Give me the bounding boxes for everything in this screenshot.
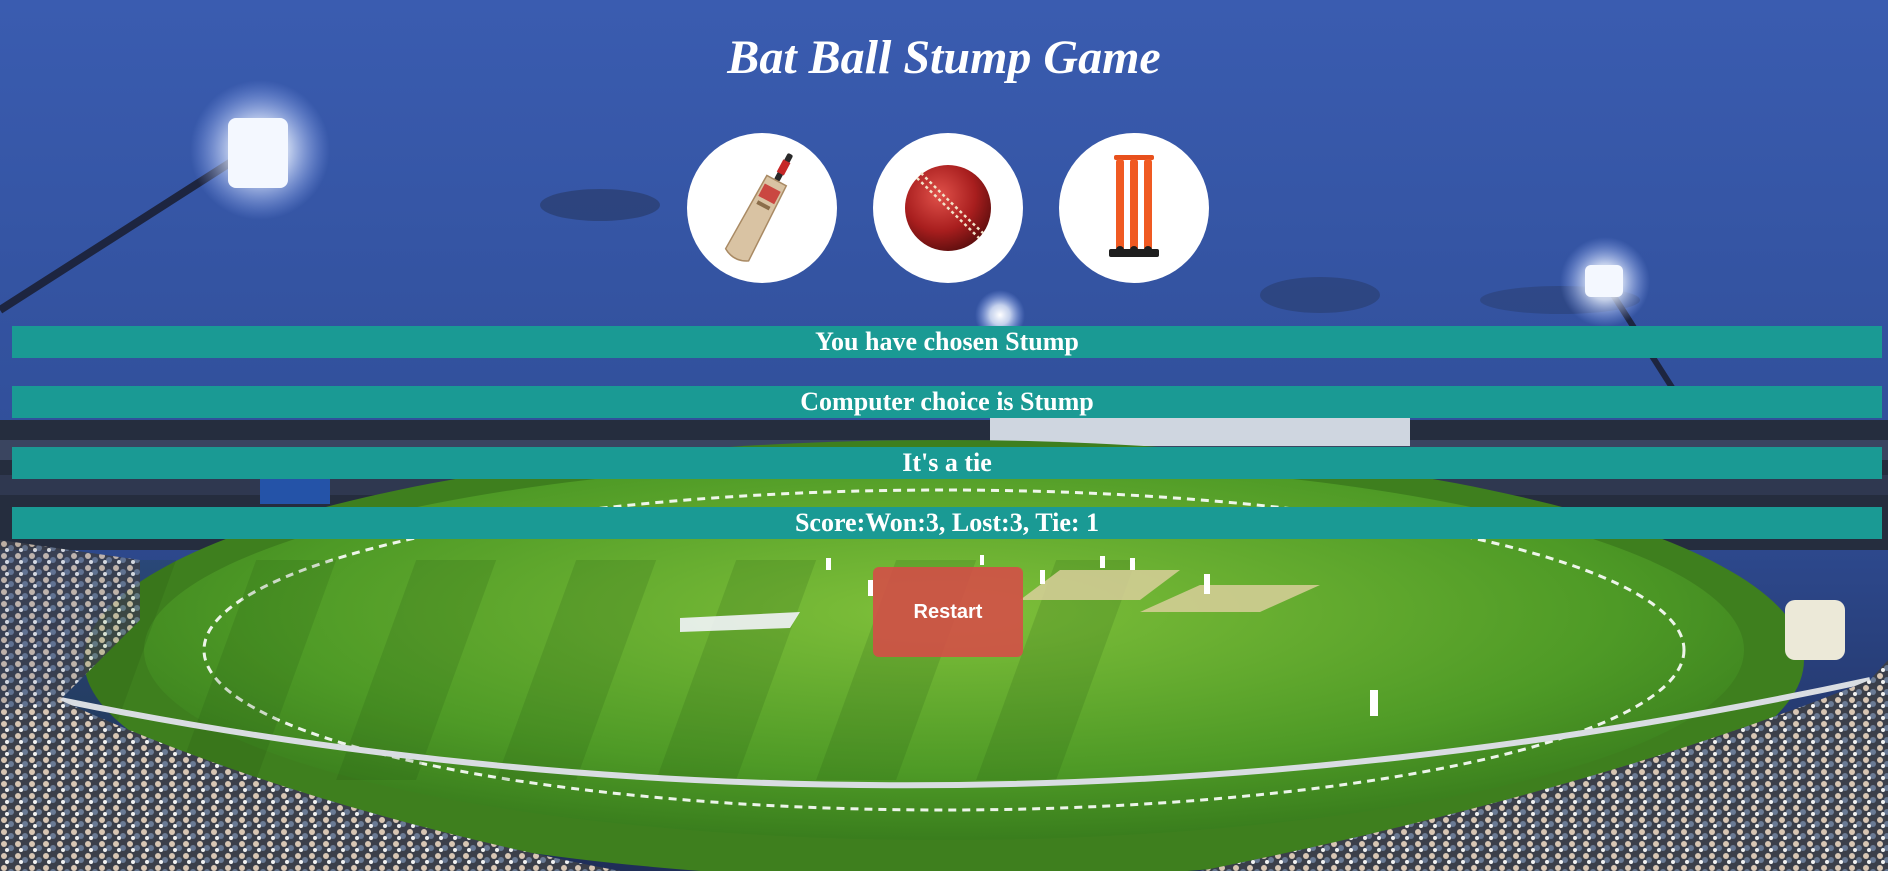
stump-choice-button[interactable]: [1059, 133, 1209, 283]
bat-choice-button[interactable]: [687, 133, 837, 283]
result-text: It's a tie: [12, 447, 1882, 479]
cricket-ball-icon: [905, 165, 991, 251]
cricket-bat-icon: [724, 153, 793, 262]
stadium-background: [0, 0, 1888, 871]
stumps-icon: [1109, 155, 1159, 257]
user-choice-text: You have chosen Stump: [12, 326, 1882, 358]
score-text: Score:Won:3, Lost:3, Tie: 1: [12, 507, 1882, 539]
game-title: Bat Ball Stump Game: [727, 31, 1161, 84]
restart-button[interactable]: Restart: [873, 567, 1023, 657]
computer-choice-text: Computer choice is Stump: [12, 386, 1882, 418]
ball-choice-button[interactable]: [873, 133, 1023, 283]
